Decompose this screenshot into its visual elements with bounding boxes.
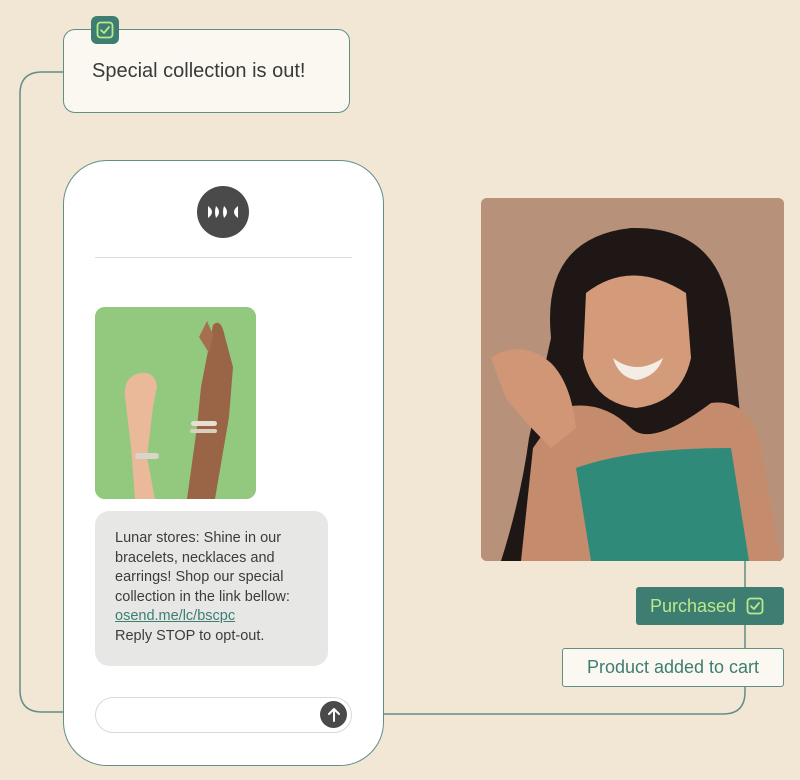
phone-mockup: Lunar stores: Shine in our bracelets, ne…	[63, 160, 384, 766]
check-icon	[91, 16, 119, 44]
header-divider	[95, 257, 352, 258]
send-button[interactable]	[320, 701, 347, 728]
notification-text: Special collection is out!	[92, 59, 306, 82]
message-line: collection in the link bellow:	[115, 588, 290, 605]
message-line: bracelets, necklaces and	[115, 549, 275, 566]
sms-message-bubble: Lunar stores: Shine in our bracelets, ne…	[95, 511, 328, 666]
arrow-up-icon	[327, 707, 340, 722]
purchased-label: Purchased	[650, 595, 737, 616]
message-link[interactable]: osend.me/lc/bscpc	[115, 607, 312, 627]
message-line: Lunar stores: Shine in our	[115, 530, 282, 546]
message-line: earrings! Shop our special	[115, 569, 284, 586]
opt-out-text: Reply STOP to opt-out.	[115, 627, 265, 644]
cart-label: Product added to cart	[586, 657, 760, 677]
cart-tag: Product added to cart	[562, 648, 784, 687]
reply-input[interactable]	[95, 697, 352, 733]
check-icon	[746, 597, 764, 615]
purchased-tag: Purchased	[636, 587, 784, 625]
brand-logo-icon	[197, 186, 249, 238]
customer-photo	[481, 198, 784, 561]
product-photo	[95, 307, 256, 499]
